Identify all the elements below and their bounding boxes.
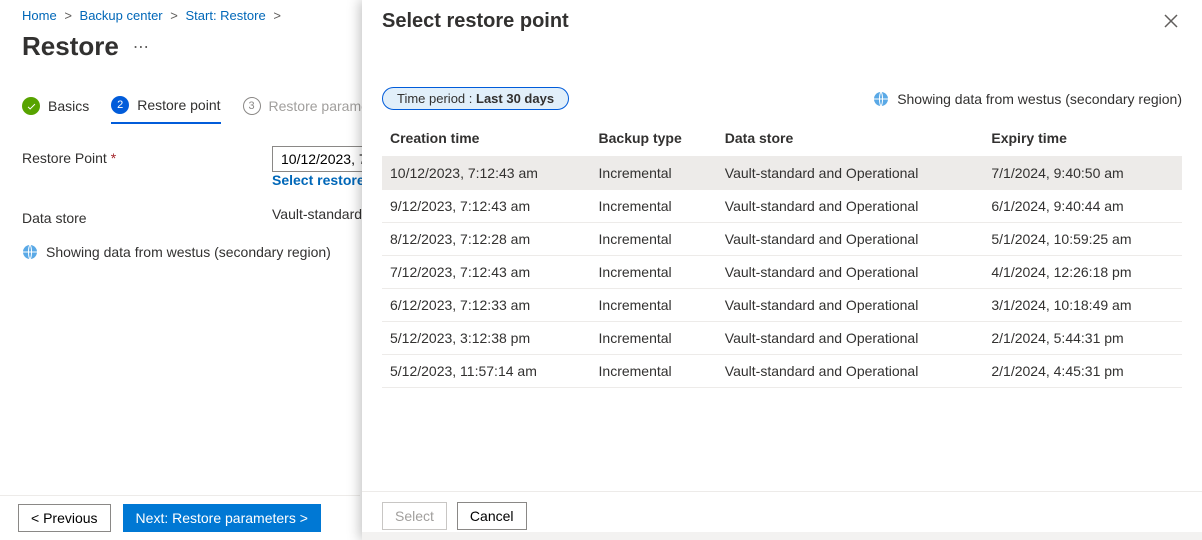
step-label: Restore point xyxy=(137,97,220,113)
step-restore-point[interactable]: 2 Restore point xyxy=(111,96,220,124)
breadcrumb-home[interactable]: Home xyxy=(22,8,57,23)
check-icon xyxy=(22,97,40,115)
step-label: Basics xyxy=(48,98,89,114)
cell-expiry: 2/1/2024, 4:45:31 pm xyxy=(983,355,1182,388)
time-period-label: Time period : xyxy=(397,91,472,106)
panel-region-info: Showing data from westus (secondary regi… xyxy=(873,91,1182,107)
previous-button[interactable]: < Previous xyxy=(18,504,111,532)
breadcrumb-start-restore[interactable]: Start: Restore xyxy=(185,8,265,23)
region-text: Showing data from westus (secondary regi… xyxy=(46,244,331,260)
cell-type: Incremental xyxy=(591,322,717,355)
table-row[interactable]: 5/12/2023, 3:12:38 pmIncrementalVault-st… xyxy=(382,322,1182,355)
cell-store: Vault-standard and Operational xyxy=(717,223,984,256)
select-button[interactable]: Select xyxy=(382,502,447,530)
step-basics[interactable]: Basics xyxy=(22,97,89,123)
panel-region-text: Showing data from westus (secondary regi… xyxy=(897,91,1182,107)
select-restore-point-panel: Select restore point Time period : Last … xyxy=(362,0,1202,540)
next-button[interactable]: Next: Restore parameters > xyxy=(123,504,321,532)
panel-header: Select restore point xyxy=(362,0,1202,45)
restore-points-table-wrap: Creation time Backup type Data store Exp… xyxy=(362,120,1202,491)
cell-store: Vault-standard and Operational xyxy=(717,256,984,289)
chevron-right-icon: > xyxy=(64,8,72,23)
horizontal-scrollbar[interactable] xyxy=(362,532,1202,540)
data-store-label: Data store xyxy=(22,210,87,226)
table-row[interactable]: 6/12/2023, 7:12:33 amIncrementalVault-st… xyxy=(382,289,1182,322)
cell-creation: 7/12/2023, 7:12:43 am xyxy=(382,256,591,289)
cell-expiry: 4/1/2024, 12:26:18 pm xyxy=(983,256,1182,289)
panel-title: Select restore point xyxy=(382,10,1160,33)
table-row[interactable]: 8/12/2023, 7:12:28 amIncrementalVault-st… xyxy=(382,223,1182,256)
cell-store: Vault-standard and Operational xyxy=(717,157,984,190)
cell-type: Incremental xyxy=(591,355,717,388)
restore-point-label: Restore Point xyxy=(22,150,107,166)
globe-icon xyxy=(22,244,38,260)
cell-type: Incremental xyxy=(591,190,717,223)
page-title: Restore xyxy=(22,31,119,62)
chevron-right-icon: > xyxy=(170,8,178,23)
cancel-button[interactable]: Cancel xyxy=(457,502,527,530)
cell-creation: 6/12/2023, 7:12:33 am xyxy=(382,289,591,322)
chevron-right-icon: > xyxy=(273,8,281,23)
col-expiry-time[interactable]: Expiry time xyxy=(983,120,1182,157)
time-period-value: Last 30 days xyxy=(476,91,554,106)
cell-store: Vault-standard and Operational xyxy=(717,322,984,355)
more-actions-icon[interactable]: ⋯ xyxy=(133,37,149,57)
table-row[interactable]: 10/12/2023, 7:12:43 amIncrementalVault-s… xyxy=(382,157,1182,190)
cell-expiry: 6/1/2024, 9:40:44 am xyxy=(983,190,1182,223)
wizard-footer: < Previous Next: Restore parameters > xyxy=(0,495,360,540)
cell-store: Vault-standard and Operational xyxy=(717,289,984,322)
col-data-store[interactable]: Data store xyxy=(717,120,984,157)
cell-creation: 10/12/2023, 7:12:43 am xyxy=(382,157,591,190)
col-backup-type[interactable]: Backup type xyxy=(591,120,717,157)
cell-creation: 5/12/2023, 11:57:14 am xyxy=(382,355,591,388)
restore-points-table: Creation time Backup type Data store Exp… xyxy=(382,120,1182,388)
table-header-row: Creation time Backup type Data store Exp… xyxy=(382,120,1182,157)
time-period-filter[interactable]: Time period : Last 30 days xyxy=(382,87,569,110)
close-icon[interactable] xyxy=(1160,10,1182,37)
col-creation-time[interactable]: Creation time xyxy=(382,120,591,157)
cell-type: Incremental xyxy=(591,289,717,322)
cell-expiry: 7/1/2024, 9:40:50 am xyxy=(983,157,1182,190)
table-row[interactable]: 9/12/2023, 7:12:43 amIncrementalVault-st… xyxy=(382,190,1182,223)
cell-creation: 9/12/2023, 7:12:43 am xyxy=(382,190,591,223)
cell-creation: 5/12/2023, 3:12:38 pm xyxy=(382,322,591,355)
step-number-icon: 3 xyxy=(243,97,261,115)
cell-expiry: 3/1/2024, 10:18:49 am xyxy=(983,289,1182,322)
table-row[interactable]: 7/12/2023, 7:12:43 amIncrementalVault-st… xyxy=(382,256,1182,289)
table-row[interactable]: 5/12/2023, 11:57:14 amIncrementalVault-s… xyxy=(382,355,1182,388)
cell-expiry: 2/1/2024, 5:44:31 pm xyxy=(983,322,1182,355)
globe-icon xyxy=(873,91,889,107)
cell-expiry: 5/1/2024, 10:59:25 am xyxy=(983,223,1182,256)
cell-store: Vault-standard and Operational xyxy=(717,190,984,223)
breadcrumb-backup-center[interactable]: Backup center xyxy=(80,8,163,23)
step-number-icon: 2 xyxy=(111,96,129,114)
cell-type: Incremental xyxy=(591,256,717,289)
cell-type: Incremental xyxy=(591,157,717,190)
required-asterisk: * xyxy=(111,150,116,166)
cell-store: Vault-standard and Operational xyxy=(717,355,984,388)
panel-toolbar: Time period : Last 30 days Showing data … xyxy=(362,45,1202,120)
cell-creation: 8/12/2023, 7:12:28 am xyxy=(382,223,591,256)
cell-type: Incremental xyxy=(591,223,717,256)
